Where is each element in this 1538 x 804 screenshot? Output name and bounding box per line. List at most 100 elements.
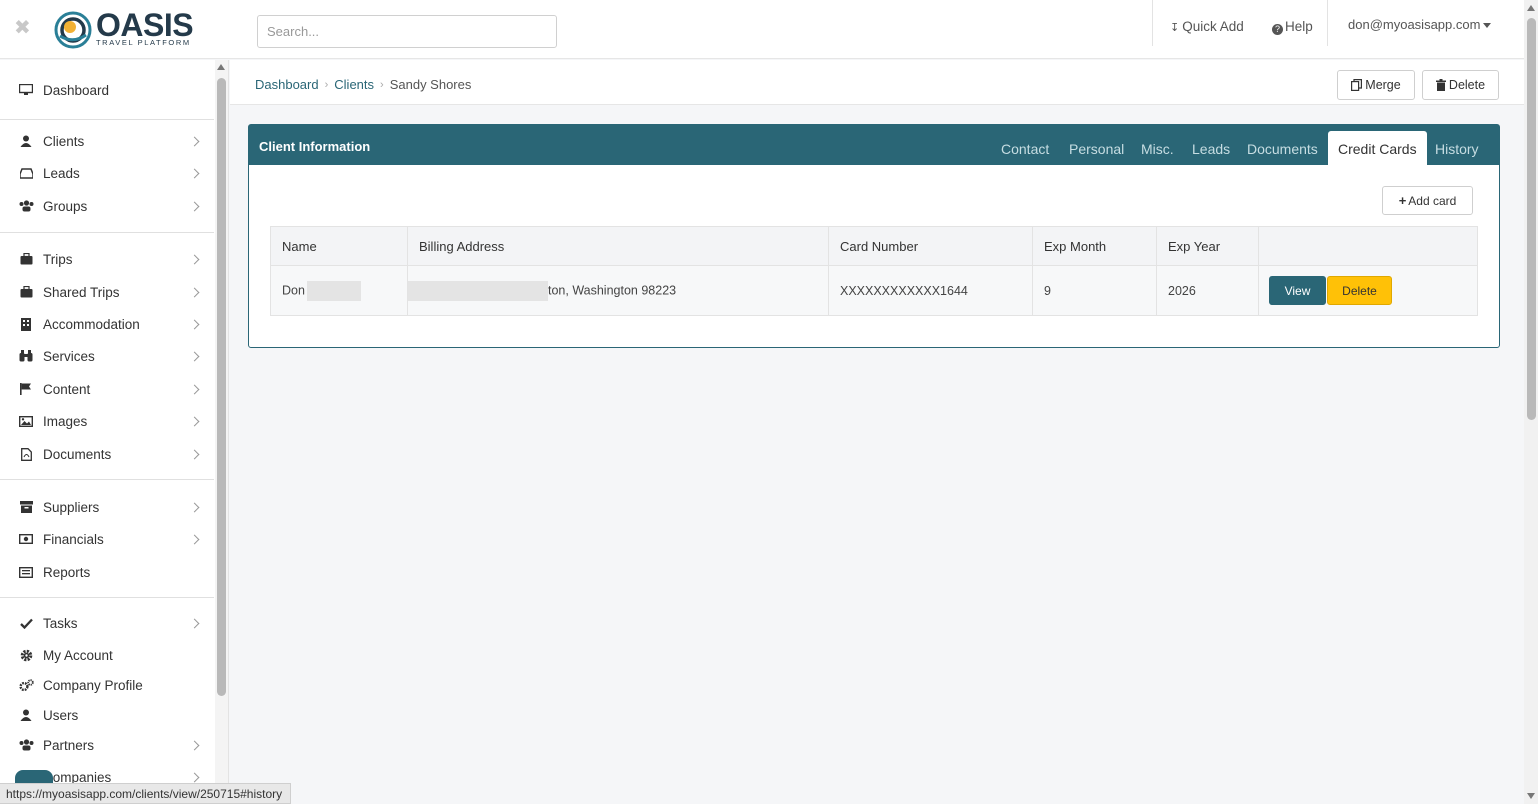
sidebar-item-label: Financials [43, 531, 104, 547]
merge-button[interactable]: Merge [1337, 70, 1415, 100]
sidebar-item-label: Services [43, 348, 95, 364]
sidebar-item-label: Dashboard [43, 82, 110, 98]
caret-down-icon [1483, 23, 1492, 29]
chevron-right-icon [189, 254, 200, 264]
tab-history[interactable]: History [1435, 141, 1479, 157]
binoculars-icon [17, 349, 35, 363]
scroll-up-arrow-icon[interactable] [217, 64, 225, 70]
sidebar-item-company-profile[interactable]: Company Profile [0, 670, 214, 700]
oasis-logo[interactable]: OASIS TRAVEL PLATFORM [54, 7, 194, 51]
quick-add-label: Quick Add [1182, 19, 1244, 34]
sidebar-item-label: My Account [43, 647, 113, 663]
list-icon [17, 565, 35, 579]
sidebar-item-label: Trips [43, 251, 73, 267]
close-sidebar-icon[interactable]: ✖ [14, 18, 32, 38]
card-holder-cell: Don [270, 265, 408, 316]
sidebar-item-accommodation[interactable]: Accommodation [0, 309, 214, 339]
breadcrumb-current: Sandy Shores [389, 77, 472, 92]
user-email: don@myoasisapp.com [1348, 17, 1481, 32]
top-bar: ✖ OASIS TRAVEL PLATFORM ↧Quick Add ?Help… [0, 0, 1524, 59]
tab-credit-cards[interactable]: Credit Cards [1328, 131, 1427, 165]
sidebar-divider [0, 479, 214, 480]
quick-add-icon: ↧ [1170, 22, 1180, 34]
building-icon [17, 317, 35, 331]
check-icon [17, 616, 35, 630]
chevron-right-icon [189, 319, 200, 329]
tab-contact[interactable]: Contact [1001, 141, 1049, 157]
search-input[interactable] [257, 15, 557, 48]
sidebar-item-label: Partners [43, 737, 95, 753]
billing-address-text: ton, Washington 98223 [548, 282, 677, 297]
sidebar-item-label: Content [43, 381, 91, 397]
sidebar-item-shared-trips[interactable]: Shared Trips [0, 277, 214, 307]
tab-personal[interactable]: Personal [1069, 141, 1124, 157]
card-holder-name: Don [282, 282, 305, 297]
help-icon: ? [1272, 24, 1283, 35]
sidebar-item-financials[interactable]: Financials [0, 524, 214, 554]
client-information-panel: Client Information Contact Personal Misc… [248, 124, 1500, 348]
sidebar-item-dashboard[interactable]: Dashboard [0, 75, 214, 105]
table-row: Don ton, Washington 98223 XXXXXXXXXXXX16… [270, 265, 1478, 316]
delete-client-button[interactable]: Delete [1422, 70, 1499, 100]
chevron-right-icon [189, 618, 200, 628]
column-header-card-number: Card Number [828, 226, 1033, 266]
sidebar-item-label: Tasks [43, 615, 78, 631]
sidebar-item-label: Images [43, 413, 88, 429]
sidebar-item-suppliers[interactable]: Suppliers [0, 492, 214, 522]
oasis-logo-mark-icon [54, 11, 92, 49]
header-divider [1152, 0, 1153, 46]
sidebar-item-images[interactable]: Images [0, 406, 214, 436]
sidebar-item-services[interactable]: Services [0, 341, 214, 371]
chevron-right-icon [189, 201, 200, 211]
column-header-billing-address: Billing Address [407, 226, 829, 266]
sidebar-item-trips[interactable]: Trips [0, 244, 214, 274]
inbox-icon [17, 166, 35, 180]
sidebar-item-users[interactable]: Users [0, 700, 214, 730]
user-icon [17, 708, 35, 722]
sidebar-item-label: Accommodation [43, 316, 140, 332]
chevron-right-icon [189, 534, 200, 544]
breadcrumb-separator: › [380, 78, 384, 91]
tab-misc[interactable]: Misc. [1141, 141, 1174, 157]
sidebar-item-documents[interactable]: Documents [0, 439, 214, 469]
scroll-down-arrow-icon[interactable] [1527, 793, 1535, 799]
row-actions-cell: View Delete [1258, 265, 1478, 316]
breadcrumb-separator: › [324, 78, 329, 91]
help-link[interactable]: ? Help [1272, 19, 1313, 35]
sidebar-item-partners[interactable]: Partners [0, 730, 214, 760]
sidebar-item-clients[interactable]: Clients [0, 126, 214, 156]
redacted-block [408, 280, 548, 301]
delete-card-button[interactable]: Delete [1327, 276, 1392, 305]
view-card-button[interactable]: View [1269, 276, 1326, 305]
sidebar-item-tasks[interactable]: Tasks [0, 608, 214, 638]
tab-documents[interactable]: Documents [1247, 141, 1318, 157]
sidebar-item-leads[interactable]: Leads [0, 158, 214, 188]
sidebar-item-label: Company Profile [43, 677, 143, 693]
sidebar-item-groups[interactable]: Groups [0, 191, 214, 221]
pdf-icon [17, 447, 35, 461]
add-card-button[interactable]: + Add card [1382, 186, 1473, 215]
column-header-actions [1258, 226, 1478, 266]
sidebar-item-reports[interactable]: Reports [0, 557, 214, 587]
scroll-up-arrow-icon[interactable] [1527, 5, 1535, 11]
users-icon [17, 738, 35, 752]
breadcrumb-link-clients[interactable]: Clients [334, 77, 374, 92]
sidebar-item-my-account[interactable]: My Account [0, 640, 214, 670]
sidebar-scrollbar-thumb[interactable] [217, 78, 226, 696]
credit-cards-table: Name Billing Address Card Number Exp Mon… [270, 226, 1478, 316]
user-icon [17, 134, 35, 148]
sidebar-item-content[interactable]: Content [0, 374, 214, 404]
user-menu[interactable]: don@myoasisapp.com [1348, 17, 1492, 32]
chevron-right-icon [189, 740, 200, 750]
logo-wordmark: OASIS [96, 7, 194, 43]
column-header-name: Name [270, 226, 408, 266]
tab-leads[interactable]: Leads [1192, 141, 1230, 157]
monitor-icon [17, 83, 35, 97]
breadcrumb-link-dashboard[interactable]: Dashboard [255, 77, 319, 92]
page-scrollbar-thumb[interactable] [1527, 18, 1536, 420]
help-label: Help [1285, 19, 1313, 34]
quick-add-link[interactable]: ↧ Quick Add [1170, 19, 1244, 34]
sidebar-item-label: Groups [43, 198, 88, 214]
add-card-label: Add card [1408, 193, 1457, 208]
status-bar-url: https://myoasisapp.com/clients/view/2507… [0, 783, 291, 804]
